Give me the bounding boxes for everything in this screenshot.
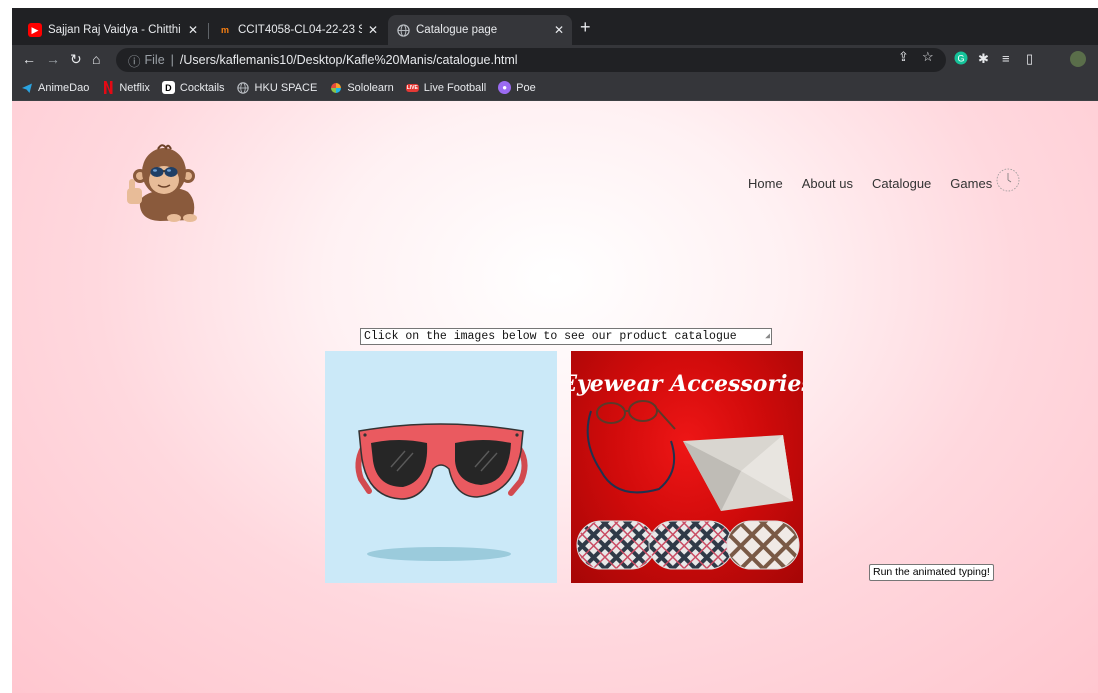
bookmark-label: AnimeDao (38, 81, 90, 94)
bookmark-label: Live Football (423, 81, 487, 94)
bookmark-poe[interactable]: ● Poe (498, 81, 536, 94)
bookmark-sololearn[interactable]: Sololearn (329, 81, 394, 94)
d-logo-icon: D (161, 81, 175, 94)
tab-youtube[interactable]: ▶ Sajjan Raj Vaidya - Chitthi Bhit ✕ (20, 15, 206, 45)
share-icon[interactable]: ⇪ (898, 49, 909, 65)
tab-divider (208, 23, 209, 39)
url-separator: | (170, 53, 174, 67)
extensions-icon[interactable]: ✱ (978, 51, 989, 67)
side-panel-icon[interactable]: ▯ (1026, 51, 1033, 67)
nav-home-link[interactable]: Home (748, 176, 783, 191)
home-icon[interactable]: ⌂ (92, 51, 100, 67)
tab-title: CCIT4058-CL04-22-23 S2: P (238, 24, 362, 36)
catalogue-prompt-textarea[interactable]: Click on the images below to see our pro… (360, 328, 772, 345)
globe-icon (237, 81, 250, 94)
browser-window: ▶ Sajjan Raj Vaidya - Chitthi Bhit ✕ m C… (12, 8, 1098, 693)
eyewear-accessories-card[interactable]: Eyewear Accessories (571, 351, 803, 583)
accessories-title: Eyewear Accessories (571, 371, 803, 397)
browser-toolbar: ← → ↻ ⌂ ⓘ File | /Users/kaflemanis10/Des… (12, 45, 1098, 75)
bookmarks-bar: AnimeDao Netflix D Cocktails HKU SPACE S… (12, 75, 1098, 101)
tab-strip: ▶ Sajjan Raj Vaidya - Chitthi Bhit ✕ m C… (12, 8, 1098, 45)
new-tab-button[interactable]: + (580, 17, 591, 38)
bookmark-label: HKU SPACE (254, 81, 318, 94)
url-scheme: File (144, 53, 165, 67)
eyewear-accessories-image: Eyewear Accessories (571, 371, 803, 570)
bookmark-cocktails[interactable]: D Cocktails (161, 81, 225, 94)
close-icon[interactable]: ✕ (188, 23, 198, 37)
bookmark-label: Sololearn (347, 81, 394, 94)
sunglasses-image (355, 423, 528, 561)
page-content: Home About us Catalogue Games Click on t… (12, 101, 1098, 693)
address-bar[interactable]: ⓘ File | /Users/kaflemanis10/Desktop/Kaf… (116, 48, 946, 72)
live-icon: LIVE (405, 83, 419, 92)
reading-list-icon[interactable]: ≡ (1002, 51, 1010, 66)
url-text: /Users/kaflemanis10/Desktop/Kafle%20Mani… (179, 53, 518, 67)
bookmark-animedao[interactable]: AnimeDao (20, 81, 89, 94)
resize-grip-icon[interactable]: ◢ (765, 329, 770, 344)
prompt-text: Click on the images below to see our pro… (364, 330, 737, 343)
moodle-icon: m (220, 25, 229, 35)
tab-catalogue[interactable]: Catalogue page ✕ (388, 15, 572, 45)
sunglasses-card[interactable] (325, 351, 557, 583)
bookmark-netflix[interactable]: Netflix (101, 81, 150, 94)
reload-icon[interactable]: ↻ (70, 51, 82, 68)
tab-title: Catalogue page (416, 24, 498, 36)
nav-catalogue-link[interactable]: Catalogue (872, 176, 931, 191)
netflix-icon (101, 81, 114, 94)
bookmark-live-football[interactable]: LIVE Live Football (405, 81, 487, 94)
bookmark-star-icon[interactable]: ☆ (922, 49, 934, 65)
sololearn-icon (329, 81, 342, 94)
tab-title: Sajjan Raj Vaidya - Chitthi Bhit (48, 24, 182, 36)
bookmark-label: Netflix (119, 81, 150, 94)
poe-icon: ● (498, 81, 512, 94)
bookmark-label: Cocktails (179, 81, 225, 94)
profile-avatar[interactable] (1070, 51, 1086, 67)
telegram-icon (20, 81, 33, 94)
nav-games-link[interactable]: Games (950, 176, 992, 191)
bookmark-hku-space[interactable]: HKU SPACE (237, 81, 318, 94)
globe-icon (396, 23, 410, 37)
run-animated-typing-button[interactable]: Run the animated typing! (869, 564, 994, 581)
back-icon[interactable]: ← (22, 51, 36, 67)
youtube-icon: ▶ (28, 23, 42, 37)
svg-text:G: G (957, 54, 964, 64)
close-icon[interactable]: ✕ (554, 23, 564, 37)
site-nav: Home About us Catalogue Games (748, 176, 1011, 191)
nav-about-link[interactable]: About us (802, 176, 853, 191)
forward-icon[interactable]: → (46, 51, 60, 67)
close-icon[interactable]: ✕ (368, 23, 378, 37)
tab-moodle[interactable]: m CCIT4058-CL04-22-23 S2: P ✕ (210, 15, 386, 45)
clock-icon[interactable] (996, 168, 1020, 192)
bookmark-label: Poe (516, 81, 536, 94)
info-icon[interactable]: ⓘ (128, 51, 141, 70)
grammarly-icon[interactable]: G (954, 51, 968, 68)
monkey-logo[interactable] (118, 142, 204, 222)
